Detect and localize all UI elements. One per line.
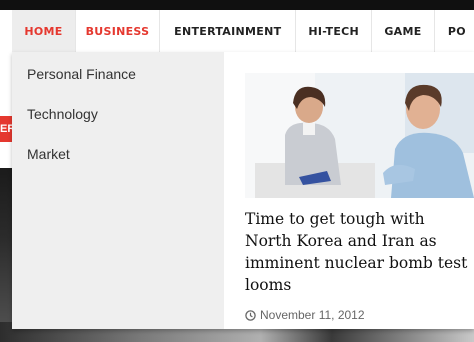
nav-item-business[interactable]: BUSINESS (76, 10, 161, 52)
submenu-item-technology[interactable]: Technology (27, 106, 98, 122)
clock-icon (245, 309, 256, 321)
background-photo (0, 168, 12, 342)
article-date-text: November 11, 2012 (260, 308, 365, 322)
nav-item-game[interactable]: GAME (372, 10, 435, 52)
submenu-item-market[interactable]: Market (27, 146, 70, 162)
main-nav: HOME BUSINESS ENTERTAINMENT HI-TECH GAME… (12, 10, 474, 53)
featured-article: Time to get tough with North Korea and I… (245, 73, 474, 322)
top-strip (0, 0, 474, 10)
submenu-item-personal-finance[interactable]: Personal Finance (27, 66, 136, 82)
dropdown-submenu: Personal Finance Technology Market (12, 52, 224, 329)
business-dropdown: Personal Finance Technology Market Time … (12, 52, 474, 329)
article-date: November 11, 2012 (245, 308, 474, 322)
category-badge: ER (0, 116, 12, 142)
nav-item-politics[interactable]: PO (435, 10, 474, 52)
article-image[interactable] (245, 73, 474, 198)
nav-item-home[interactable]: HOME (12, 10, 76, 52)
nav-item-hi-tech[interactable]: HI-TECH (296, 10, 372, 52)
article-title[interactable]: Time to get tough with North Korea and I… (245, 208, 474, 296)
nav-item-entertainment[interactable]: ENTERTAINMENT (160, 10, 297, 52)
